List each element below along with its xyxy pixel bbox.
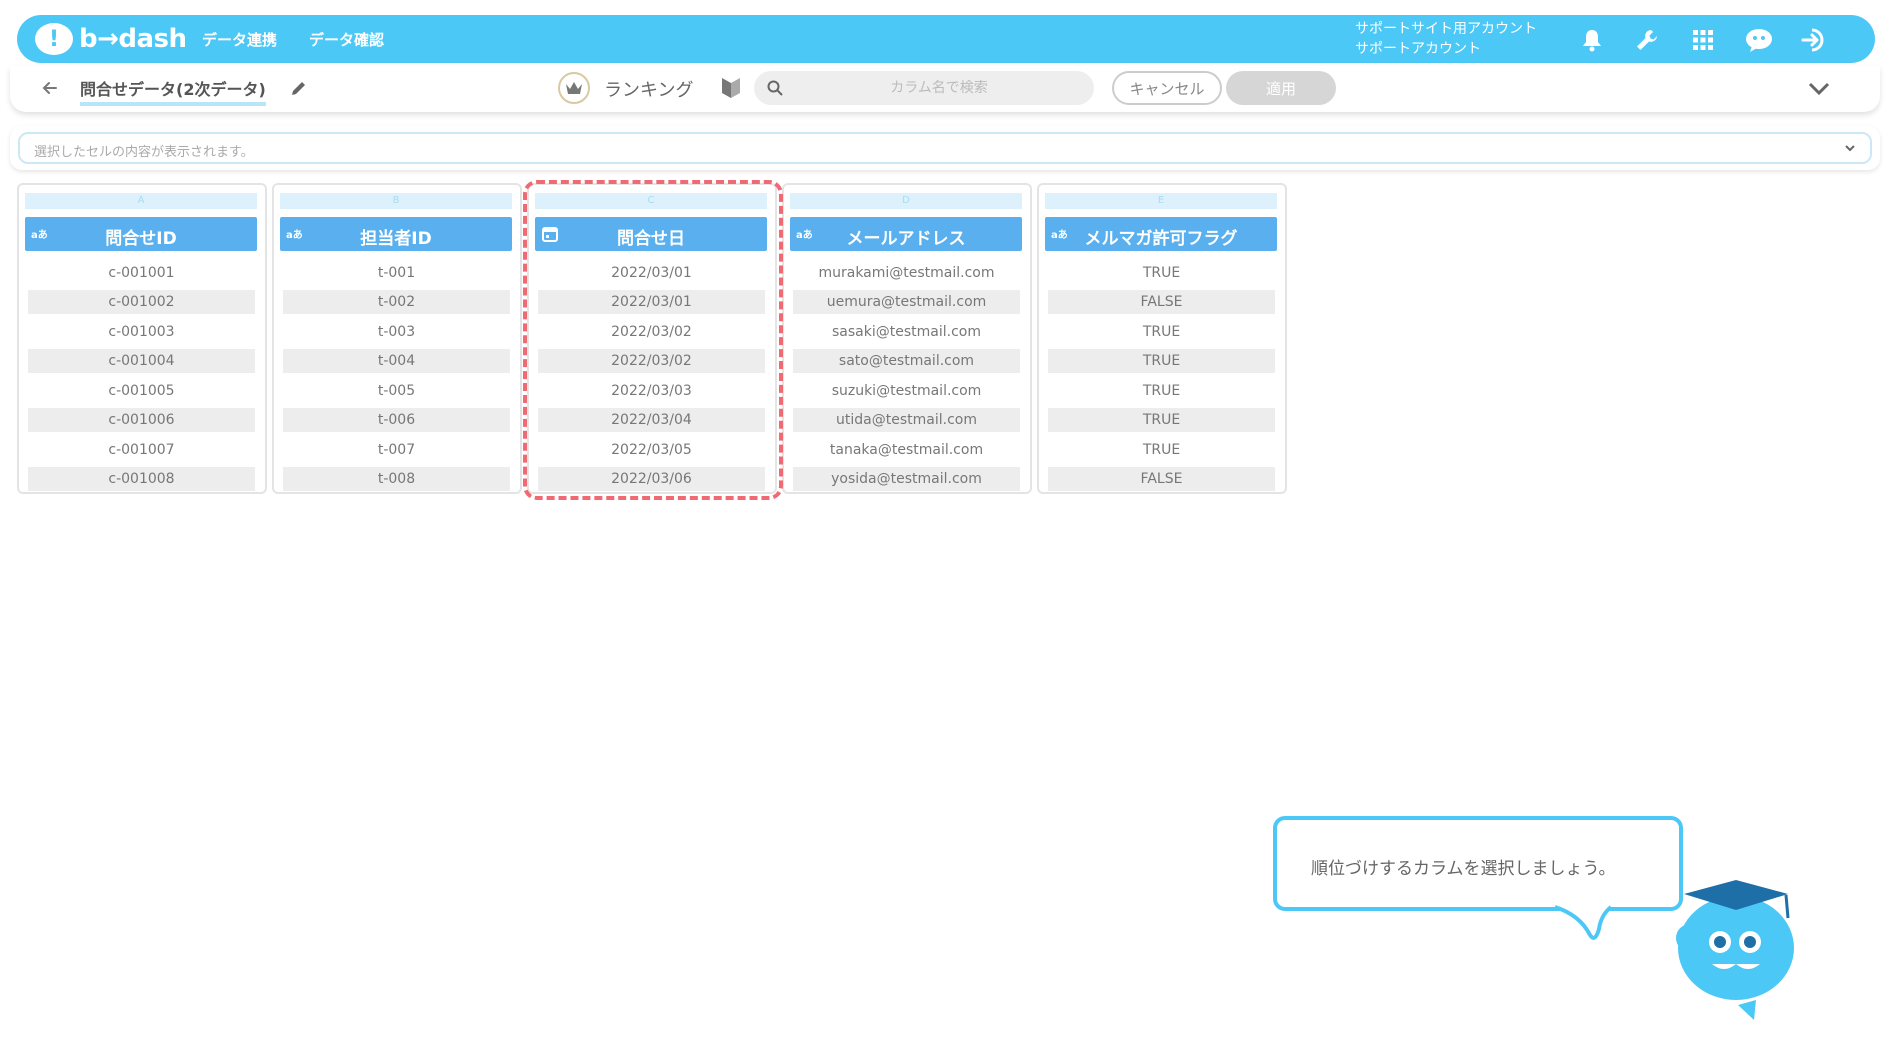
table-cell[interactable]: t-003 [283,320,510,344]
bell-icon[interactable] [1577,25,1607,55]
table-cell[interactable]: c-001006 [28,408,255,432]
tooltip-tail [1555,905,1613,940]
wrench-icon[interactable] [1632,25,1662,55]
table-cell[interactable]: yosida@testmail.com [793,467,1020,491]
beginner-mark-icon[interactable] [720,76,742,100]
table-cell[interactable]: t-005 [283,379,510,403]
column-header[interactable]: aあ メルマガ許可フラグ [1045,217,1277,251]
expand-chevron-icon[interactable] [1842,140,1858,156]
crown-icon [558,72,590,104]
table-cell[interactable]: t-006 [283,408,510,432]
column-header[interactable]: aあ 担当者ID [280,217,512,251]
table-cell[interactable]: t-002 [283,290,510,314]
table-cell[interactable]: t-007 [283,438,510,462]
table-cell[interactable]: sasaki@testmail.com [793,320,1020,344]
highlight-frame [523,180,783,500]
table-cell[interactable]: c-001003 [28,320,255,344]
column-a[interactable]: Aaあ 問合せID c-001001 c-001002 c-001003 c-001004… [17,183,267,494]
table-cell[interactable]: c-001005 [28,379,255,403]
table-cell[interactable]: sato@testmail.com [793,349,1020,373]
account-info[interactable]: サポートサイト用アカウント サポートアカウント [1355,19,1537,59]
table-cell[interactable]: c-001002 [28,290,255,314]
sub-toolbar: 問合せデータ(2次データ) ランキング キャンセル 適用 [10,66,1880,112]
grid-icon[interactable] [1688,25,1718,55]
search-box [754,71,1094,105]
nav-data-check[interactable]: データ確認 [309,29,384,50]
account-site: サポートサイト用アカウント [1355,21,1537,37]
column-header[interactable]: aあ メールアドレス [790,217,1022,251]
apply-button[interactable]: 適用 [1226,71,1336,105]
column-letter: D [790,193,1022,209]
column-header[interactable]: aあ 問合せID [25,217,257,251]
chat-icon[interactable] [1744,25,1774,55]
logo-text: b→dash [79,24,187,54]
table-cell[interactable]: c-001004 [28,349,255,373]
column-letter: B [280,193,512,209]
tooltip-bubble: 順位づけするカラムを選択しましょう。 [1273,816,1683,911]
table-cell[interactable]: TRUE [1048,379,1275,403]
top-header: ! b→dash データ連携 データ確認 サポートサイト用アカウント サポートア… [17,15,1875,63]
cell-content-placeholder: 選択したセルの内容が表示されます。 [34,145,254,160]
column-b[interactable]: Baあ 担当者ID t-001 t-002 t-003 t-004 t-005 t-006 t-… [272,183,522,494]
table-cell[interactable]: c-001001 [28,261,255,285]
table-cell[interactable]: FALSE [1048,290,1275,314]
search-icon [766,79,784,97]
search-input[interactable] [794,71,1084,105]
table-cell[interactable]: t-008 [283,467,510,491]
table-cell[interactable]: murakami@testmail.com [793,261,1020,285]
cancel-button[interactable]: キャンセル [1112,71,1222,105]
table-cell[interactable]: suzuki@testmail.com [793,379,1020,403]
table-cell[interactable]: TRUE [1048,438,1275,462]
page-title: 問合せデータ(2次データ) [80,76,266,106]
column-title: 担当者ID [360,229,432,249]
edit-pencil-icon[interactable] [290,79,308,97]
column-title: メールアドレス [846,229,966,249]
column-letter: A [25,193,257,209]
cell-content-bar: 選択したセルの内容が表示されます。 [10,126,1880,170]
nav-data-integration[interactable]: データ連携 [202,29,277,50]
column-e[interactable]: Eaあ メルマガ許可フラグ TRUE FALSE TRUE TRUE TRUE TRUE TRU… [1037,183,1287,494]
column-letter: E [1045,193,1277,209]
table-cell[interactable]: c-001008 [28,467,255,491]
table-cell[interactable]: t-001 [283,261,510,285]
account-name: サポートアカウント [1355,41,1481,57]
table-cell[interactable]: TRUE [1048,320,1275,344]
table-cell[interactable]: t-004 [283,349,510,373]
column-title: 問合せID [105,229,177,249]
column-d[interactable]: Daあ メールアドレス murakami@testmail.com uemura@te… [782,183,1032,494]
mascot-character [1676,880,1794,1020]
logo[interactable]: ! b→dash [35,21,187,57]
table-cell[interactable]: c-001007 [28,438,255,462]
chevron-down-icon[interactable] [1807,78,1831,100]
table-cell[interactable]: TRUE [1048,349,1275,373]
table-cell[interactable]: tanaka@testmail.com [793,438,1020,462]
table-cell[interactable]: TRUE [1048,408,1275,432]
back-arrow-icon[interactable] [40,78,60,98]
logout-icon[interactable] [1800,25,1830,55]
table-cell[interactable]: FALSE [1048,467,1275,491]
cell-content-field[interactable]: 選択したセルの内容が表示されます。 [18,132,1872,164]
table-cell[interactable]: TRUE [1048,261,1275,285]
logo-mark: ! [35,23,73,55]
table-cell[interactable]: utida@testmail.com [793,408,1020,432]
ranking-label: ランキング [604,80,694,101]
table-cell[interactable]: uemura@testmail.com [793,290,1020,314]
tooltip-text: 順位づけするカラムを選択しましょう。 [1311,859,1616,879]
column-title: メルマガ許可フラグ [1084,229,1238,249]
